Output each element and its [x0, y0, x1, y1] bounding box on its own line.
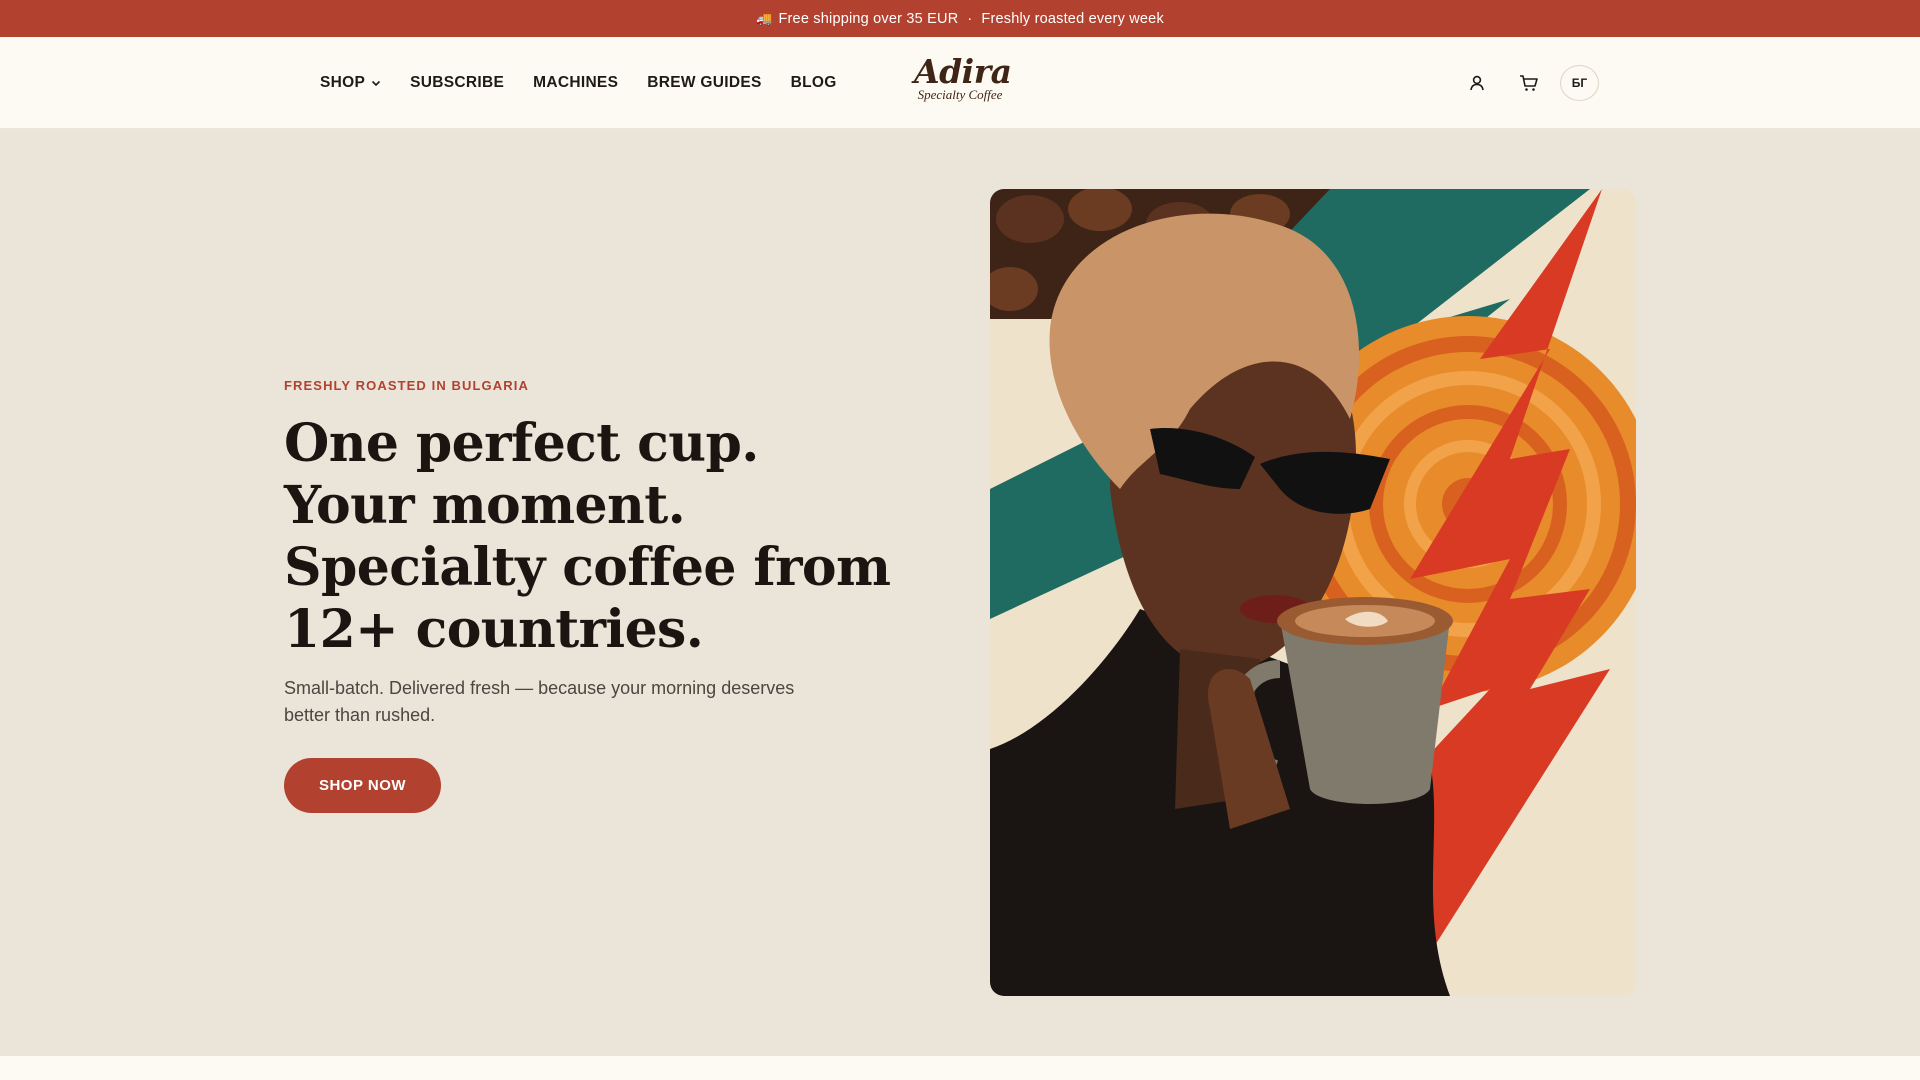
brand-logo[interactable]: Adira Specialty Coffee — [914, 52, 1012, 103]
announcement-bar: 🚚 Free shipping over 35 EUR · Freshly ro… — [0, 0, 1920, 37]
nav-item-subscribe[interactable]: SUBSCRIBE — [410, 74, 504, 92]
user-icon[interactable] — [1466, 72, 1488, 94]
chevron-down-icon — [372, 80, 381, 87]
nav-item-blog[interactable]: BLOG — [791, 74, 837, 92]
shop-now-button[interactable]: SHOP NOW — [284, 758, 441, 813]
hero-eyebrow: FRESHLY ROASTED IN BULGARIA — [284, 378, 529, 393]
nav-item-brew-guides[interactable]: BREW GUIDES — [647, 74, 761, 92]
hero-artwork — [990, 189, 1636, 996]
hero-headline: One perfect cup. Your moment. Specialty … — [284, 413, 891, 660]
hero-section: FRESHLY ROASTED IN BULGARIA One perfect … — [0, 129, 1920, 1056]
hero-illustration — [990, 189, 1636, 996]
nav-item-machines[interactable]: MACHINES — [533, 74, 618, 92]
announcement-roasted: Freshly roasted every week — [981, 10, 1164, 27]
next-section-edge — [0, 1056, 1920, 1080]
announcement-separator: · — [967, 10, 973, 27]
logo-wordmark: Adira — [914, 52, 1012, 91]
hero-subtext: Small-batch. Delivered fresh — because y… — [284, 678, 795, 725]
nav-item-shop[interactable]: SHOP — [320, 74, 381, 92]
site-header: SHOP SUBSCRIBE MACHINES BREW GUIDES BLOG… — [0, 37, 1920, 129]
header-actions: БГ — [1466, 37, 1599, 129]
nav-item-shop-label: SHOP — [320, 74, 366, 91]
truck-icon: 🚚 — [756, 10, 773, 26]
main-nav: SHOP SUBSCRIBE MACHINES BREW GUIDES BLOG — [320, 37, 837, 129]
announcement-shipping: Free shipping over 35 EUR — [778, 10, 959, 27]
logo-tagline: Specialty Coffee — [917, 87, 1003, 102]
language-switcher[interactable]: БГ — [1560, 65, 1599, 101]
cart-icon[interactable] — [1518, 72, 1540, 94]
